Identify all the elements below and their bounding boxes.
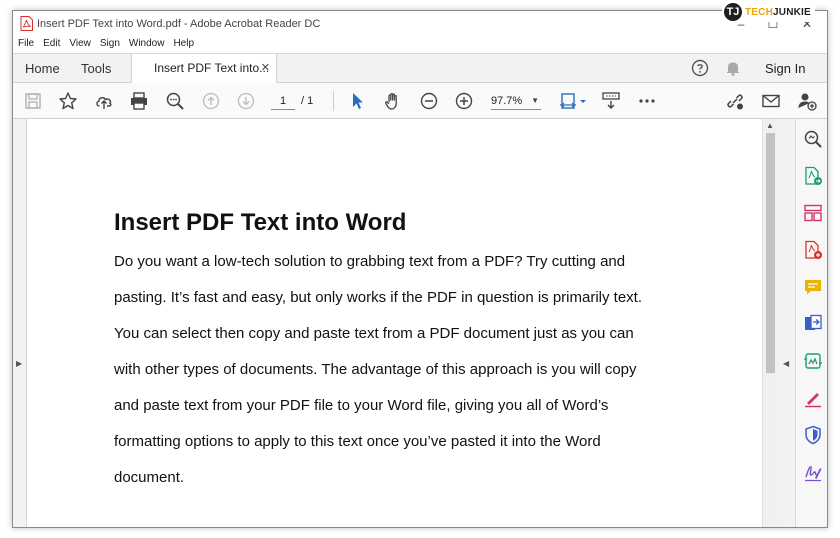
- export-pdf-icon[interactable]: [803, 166, 823, 186]
- body-line: pasting. It’s fast and easy, but only wo…: [114, 289, 643, 306]
- sign-in-link[interactable]: Sign In: [765, 54, 805, 84]
- scrollbar-thumb[interactable]: [766, 133, 775, 373]
- body-line: You can select then copy and paste text …: [114, 325, 634, 342]
- cloud-upload-icon[interactable]: [94, 91, 114, 111]
- document-body: Do you want a low-tech solution to grabb…: [114, 244, 714, 496]
- title-bar: Insert PDF Text into Word.pdf - Adobe Ac…: [13, 11, 827, 37]
- acrobat-window: Insert PDF Text into Word.pdf - Adobe Ac…: [12, 10, 828, 528]
- zoom-level-dropdown[interactable]: 97.7% ▼: [491, 92, 541, 110]
- previous-page-icon[interactable]: [201, 91, 221, 111]
- select-cursor-icon[interactable]: [348, 91, 368, 111]
- tab-document[interactable]: Insert PDF Text into... ✕: [131, 54, 277, 84]
- body-line: with other types of documents. The advan…: [114, 361, 637, 378]
- tab-close-button[interactable]: ✕: [261, 54, 270, 83]
- expand-left-arrow-icon: ▶: [16, 359, 23, 368]
- body-line: Do you want a low-tech solution to grabb…: [114, 253, 626, 270]
- body-line: document.: [114, 469, 185, 486]
- pdf-page[interactable]: Insert PDF Text into Word Do you want a …: [27, 119, 762, 527]
- help-icon[interactable]: [691, 59, 709, 77]
- techjunkie-logo: TJ TECHJUNKIE: [722, 2, 815, 22]
- chevron-down-icon: ▼: [531, 96, 539, 105]
- collapse-right-arrow-icon: ◀: [783, 359, 790, 368]
- print-icon[interactable]: [129, 91, 149, 111]
- toolbar-divider: [333, 91, 334, 111]
- vertical-scrollbar[interactable]: ▲: [762, 119, 778, 527]
- add-user-icon[interactable]: [797, 91, 817, 111]
- fill-sign-icon[interactable]: [803, 351, 823, 371]
- page-total: / 1: [301, 95, 314, 107]
- comment-icon[interactable]: [803, 277, 823, 297]
- logo-badge: TJ: [724, 3, 742, 21]
- document-view: ▶ Insert PDF Text into Word Do you want …: [13, 119, 827, 527]
- document-heading: Insert PDF Text into Word: [114, 209, 407, 236]
- tab-bar: Home Tools Insert PDF Text into... ✕ Sig…: [13, 53, 827, 84]
- tab-tools[interactable]: Tools: [81, 54, 111, 83]
- bell-icon[interactable]: [724, 59, 742, 77]
- more-tools-icon[interactable]: [637, 91, 657, 111]
- page-fit-icon[interactable]: [559, 91, 589, 111]
- menu-sign[interactable]: Sign: [100, 37, 120, 53]
- left-panel-toggle[interactable]: ▶: [13, 119, 27, 527]
- body-line: and paste text from your PDF file to you…: [114, 397, 609, 414]
- pdf-file-icon: [20, 16, 33, 31]
- page-number-input[interactable]: 1: [271, 92, 295, 110]
- protect-shield-icon[interactable]: [803, 425, 823, 445]
- tab-home[interactable]: Home: [25, 54, 60, 83]
- share-link-icon[interactable]: [725, 91, 745, 111]
- logo-text: TECHJUNKIE: [745, 6, 811, 18]
- zoom-in-icon[interactable]: [454, 91, 474, 111]
- menu-window[interactable]: Window: [129, 37, 165, 53]
- menu-bar: File Edit View Sign Window Help: [13, 37, 827, 53]
- organize-pages-icon[interactable]: [803, 203, 823, 223]
- scroll-mode-icon[interactable]: [601, 91, 621, 111]
- signature-icon[interactable]: [803, 462, 823, 482]
- menu-file[interactable]: File: [18, 37, 34, 53]
- save-icon[interactable]: [23, 91, 43, 111]
- toolbar: 1 / 1 97.7% ▼: [13, 83, 827, 119]
- combine-files-icon[interactable]: [803, 314, 823, 334]
- zoom-out-icon[interactable]: [419, 91, 439, 111]
- scroll-up-arrow-icon[interactable]: ▲: [766, 121, 774, 130]
- star-icon[interactable]: [58, 91, 78, 111]
- create-pdf-icon[interactable]: [803, 240, 823, 260]
- tools-pane: [795, 119, 827, 527]
- zoom-level-value: 97.7%: [491, 95, 523, 107]
- hand-tool-icon[interactable]: [383, 91, 403, 111]
- body-line: formatting options to apply to this text…: [114, 433, 601, 450]
- menu-edit[interactable]: Edit: [43, 37, 60, 53]
- tab-document-label: Insert PDF Text into...: [154, 61, 270, 75]
- edit-pen-icon[interactable]: [803, 388, 823, 408]
- next-page-icon[interactable]: [236, 91, 256, 111]
- menu-help[interactable]: Help: [173, 37, 194, 53]
- window-title: Insert PDF Text into Word.pdf - Adobe Ac…: [37, 18, 321, 30]
- right-panel-toggle[interactable]: ◀: [778, 119, 795, 527]
- enhance-scans-icon[interactable]: [803, 129, 823, 149]
- menu-view[interactable]: View: [69, 37, 91, 53]
- zoom-search-icon[interactable]: [165, 91, 185, 111]
- email-icon[interactable]: [761, 91, 781, 111]
